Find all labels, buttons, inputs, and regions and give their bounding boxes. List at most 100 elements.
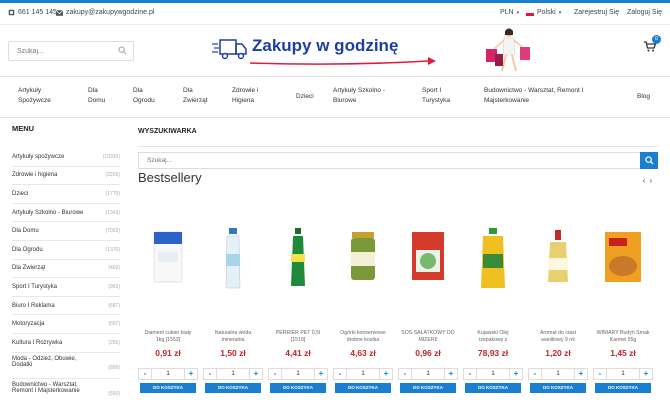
- minus-button[interactable]: -: [204, 369, 216, 379]
- phone-link[interactable]: 661 145 145: [8, 9, 57, 16]
- nav-item-blog[interactable]: Blog: [637, 92, 650, 102]
- sidebar-item[interactable]: Moda - Odzież, Obuwie, Dodatki (899): [12, 353, 120, 379]
- sidebar-item[interactable]: Dzieci (1770): [12, 185, 120, 204]
- sidebar-item[interactable]: Motoryzacja (697): [12, 315, 120, 334]
- nav-label-line1: Dla: [88, 87, 98, 94]
- quantity-value[interactable]: 1: [411, 369, 445, 379]
- plus-button[interactable]: +: [185, 369, 197, 379]
- minus-button[interactable]: -: [464, 369, 476, 379]
- email-address: zakupy@zakupywgodzine.pl: [66, 9, 155, 16]
- sidebar-item[interactable]: Biuro I Reklama (687): [12, 297, 120, 316]
- sidebar-item[interactable]: Budownictwo - Warsztat, Remont I Majster…: [12, 379, 120, 400]
- add-to-cart-button[interactable]: DO KOSZYKA: [465, 383, 521, 393]
- plus-button[interactable]: +: [575, 369, 587, 379]
- sidebar-item[interactable]: Artykuły Szkolno - Biurowe (1343): [12, 204, 120, 223]
- product-name[interactable]: SOS SAŁATKOWY DO MIZERII: [400, 330, 456, 346]
- product-color-band: [609, 256, 637, 276]
- sidebar-item[interactable]: Zdrowie i higiena (2203): [12, 167, 120, 186]
- language-select[interactable]: Polski ▾: [526, 9, 561, 16]
- sidebar-item[interactable]: Dla Domu (7003): [12, 222, 120, 241]
- product-price: 1,20 zł: [545, 348, 571, 358]
- cart-count-badge: 0: [652, 35, 661, 44]
- minus-button[interactable]: -: [334, 369, 346, 379]
- nav-item-dla-domu[interactable]: Dla Domu: [88, 86, 105, 106]
- product-price: 0,96 zł: [415, 348, 441, 358]
- sidebar-item[interactable]: Kultura I Rozrywka (256): [12, 334, 120, 353]
- site-logo[interactable]: Zakupy w godzinę: [212, 31, 442, 71]
- add-to-cart-button[interactable]: DO KOSZYKA: [270, 383, 326, 393]
- login-link[interactable]: Zaloguj Się: [627, 9, 662, 16]
- product-name[interactable]: Ogórki konserwowe drobne kostka: [335, 330, 391, 346]
- minus-button[interactable]: -: [139, 369, 151, 379]
- plus-button[interactable]: +: [315, 369, 327, 379]
- add-to-cart-button[interactable]: DO KOSZYKA: [530, 383, 586, 393]
- nav-label-line2: Ogrodu: [133, 97, 155, 104]
- product-name[interactable]: Diament cukier biały 1kg [1553]: [140, 330, 196, 346]
- minus-button[interactable]: -: [399, 369, 411, 379]
- nav-item-artykuly-spozywcze[interactable]: Artykuły Spożywcze: [18, 86, 51, 106]
- product-price: 4,41 zł: [285, 348, 311, 358]
- quantity-value[interactable]: 1: [541, 369, 575, 379]
- chevron-right-icon[interactable]: ›: [649, 176, 656, 185]
- minus-button[interactable]: -: [269, 369, 281, 379]
- product-price: 78,93 zł: [477, 348, 509, 358]
- nav-item-dla-ogrodu[interactable]: Dla Ogrodu: [133, 86, 155, 106]
- bestsellers-title: Bestsellery: [138, 170, 202, 185]
- product-name[interactable]: PERRIER PET 0,5l [1519]: [270, 330, 326, 346]
- nav-item-szkolno-biurowe[interactable]: Artykuły Szkolno - Biurowe: [333, 86, 385, 106]
- nav-item-dzieci[interactable]: Dzieci: [296, 92, 314, 102]
- quantity-value[interactable]: 1: [151, 369, 185, 379]
- product-name[interactable]: Naturalna woda mineralna: [205, 330, 261, 346]
- email-link[interactable]: zakupy@zakupywgodzine.pl: [56, 9, 154, 16]
- quantity-value[interactable]: 1: [476, 369, 510, 379]
- sidebar-item-count: (10330): [102, 153, 120, 160]
- add-to-cart-button[interactable]: DO KOSZYKA: [595, 383, 651, 393]
- quantity-value[interactable]: 1: [346, 369, 380, 379]
- add-to-cart-button[interactable]: DO KOSZYKA: [335, 383, 391, 393]
- quantity-value[interactable]: 1: [216, 369, 250, 379]
- sidebar-item[interactable]: Dla Ogrodu (1370): [12, 241, 120, 260]
- nav-item-zdrowie-higiena[interactable]: Zdrowie i Higiena: [232, 86, 258, 106]
- quantity-value[interactable]: 1: [281, 369, 315, 379]
- nav-item-dla-zwierzat[interactable]: Dla Zwierząt: [183, 86, 208, 106]
- sidebar-item-count: (550): [108, 390, 120, 397]
- sidebar-item-count: (993): [108, 283, 120, 290]
- add-to-cart-button[interactable]: DO KOSZYKA: [205, 383, 261, 393]
- sidebar-item-label: Motoryzacja: [12, 321, 45, 328]
- sidebar-item-count: (256): [108, 339, 120, 346]
- nav-item-budownictwo[interactable]: Budownictwo - Warsztat, Remont I Majsterk…: [484, 86, 583, 106]
- search-icon[interactable]: [118, 46, 127, 55]
- plus-button[interactable]: +: [510, 369, 522, 379]
- sidebar-item[interactable]: Dla Zwierząt (403): [12, 260, 120, 279]
- sidebar-item-label: Biuro I Reklama: [12, 302, 55, 309]
- product-color-band: [154, 232, 182, 244]
- currency-select[interactable]: PLN ▾: [500, 9, 519, 16]
- sidebar-item[interactable]: Sport I Turystyka (993): [12, 278, 120, 297]
- red-arrow-icon: [249, 57, 436, 65]
- nav-label-line1: Artykuły Szkolno -: [333, 87, 386, 94]
- product-name[interactable]: Kujawski Olej rzepakowy z: [465, 330, 521, 346]
- sidebar-item-label: Artykuły spożywcze: [12, 153, 65, 160]
- sidebar-item-label: Kultura I Rozrywka: [12, 339, 63, 346]
- register-link[interactable]: Zarejestruj Się: [574, 9, 619, 16]
- product-name[interactable]: WINIARY Budyń Smak Karmel 55g: [595, 330, 651, 346]
- main-search-input[interactable]: [139, 153, 619, 168]
- nav-label-line1: Budownictwo - Warsztat, Remont I: [484, 87, 584, 94]
- header-search-input[interactable]: [9, 42, 109, 60]
- search-button[interactable]: [640, 152, 658, 169]
- sidebar-item[interactable]: Artykuły spożywcze (10330): [12, 148, 120, 167]
- minus-button[interactable]: -: [594, 369, 606, 379]
- delivery-truck-icon: [212, 39, 247, 60]
- plus-button[interactable]: +: [445, 369, 457, 379]
- cart-button[interactable]: 0: [644, 35, 661, 54]
- minus-button[interactable]: -: [529, 369, 541, 379]
- add-to-cart-button[interactable]: DO KOSZYKA: [140, 383, 196, 393]
- plus-button[interactable]: +: [380, 369, 392, 379]
- plus-button[interactable]: +: [640, 369, 652, 379]
- nav-item-sport-turystyka[interactable]: Sport I Turystyka: [422, 86, 450, 106]
- quantity-stepper: -1 +: [333, 368, 393, 380]
- plus-button[interactable]: +: [250, 369, 262, 379]
- quantity-value[interactable]: 1: [606, 369, 640, 379]
- product-name[interactable]: Aromat do ciast waniliowy 9 ml: [530, 330, 586, 346]
- add-to-cart-button[interactable]: DO KOSZYKA: [400, 383, 456, 393]
